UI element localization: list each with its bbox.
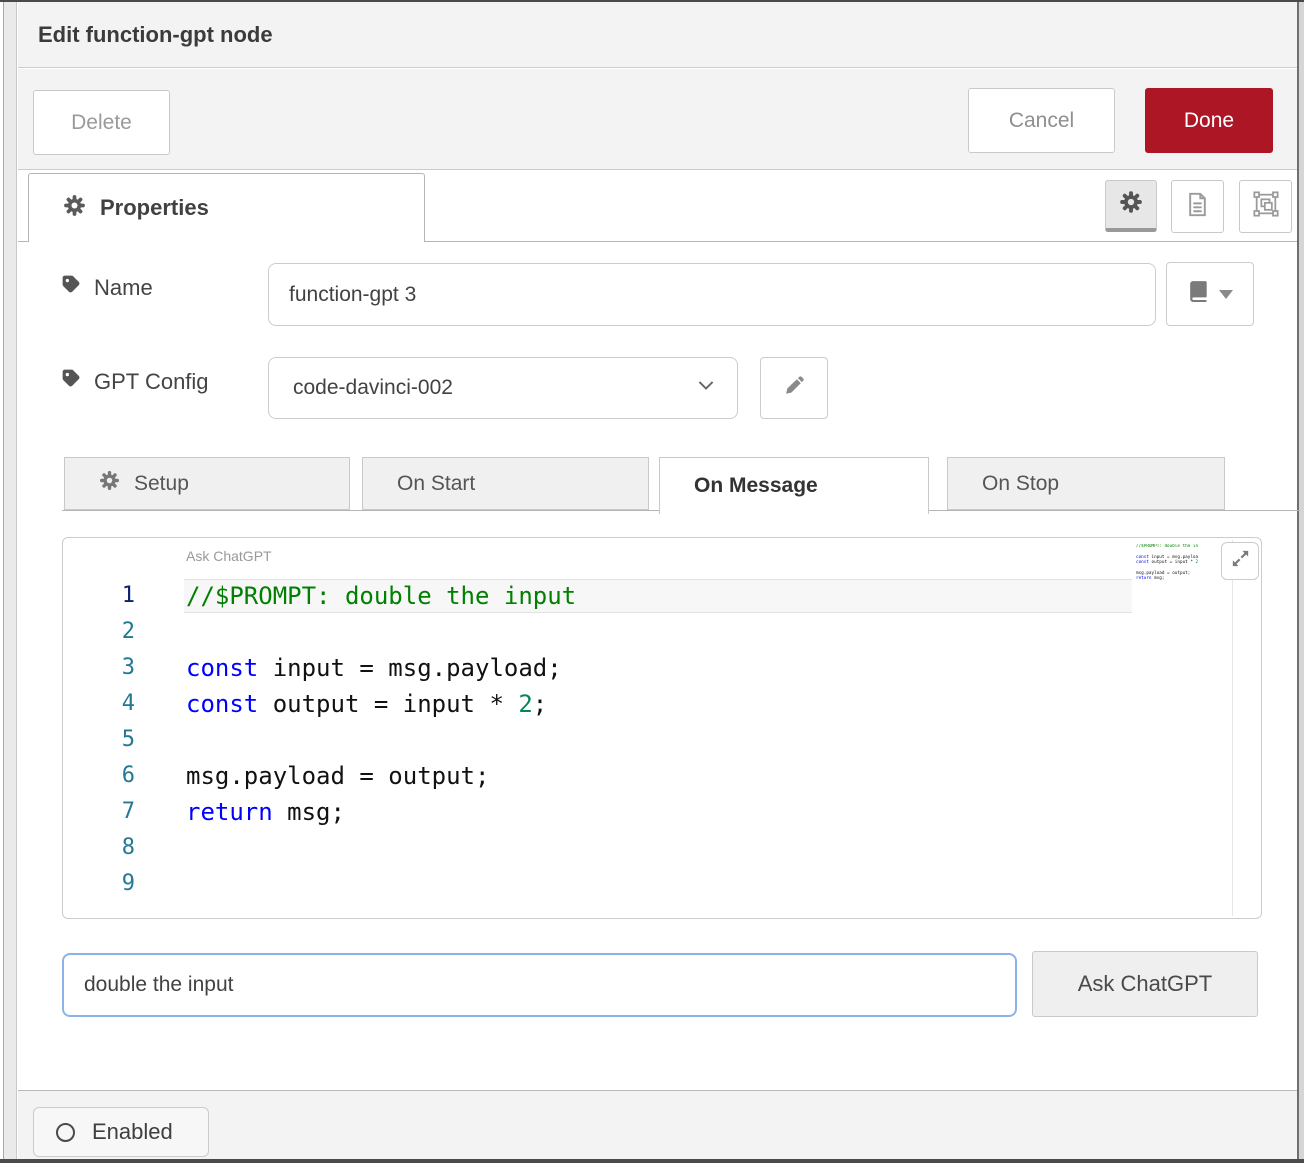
minimap-line: //$PROMPT: double the input: [1136, 544, 1198, 549]
tag-icon: [60, 274, 81, 301]
line-number: 1: [63, 578, 135, 614]
function-editor-tabs: Setup On Start On Message On Stop: [62, 457, 1300, 511]
line-number: 8: [63, 830, 135, 866]
line-number: 5: [63, 722, 135, 758]
ask-chatgpt-button[interactable]: Ask ChatGPT: [1032, 951, 1258, 1017]
code-line[interactable]: 6 msg.payload = output;: [63, 758, 1261, 794]
line-number: 2: [63, 614, 135, 650]
pencil-icon: [784, 375, 805, 401]
code-text: const output = input * 2;: [186, 686, 547, 722]
line-number: 4: [63, 686, 135, 722]
code-line[interactable]: 5: [63, 722, 1261, 758]
chevron-down-icon: [695, 374, 717, 402]
tab-label: On Message: [694, 474, 818, 498]
name-field-label: Name: [60, 274, 153, 301]
done-button[interactable]: Done: [1145, 88, 1273, 153]
minimap-line: const output = input * 2;: [1136, 560, 1198, 565]
group-selection-icon: [1252, 190, 1280, 223]
code-text: const input = msg.payload;: [186, 650, 562, 686]
gear-icon: [63, 194, 86, 222]
line-number: 6: [63, 758, 135, 794]
tab-on-stop[interactable]: On Stop: [947, 457, 1225, 510]
tab-properties[interactable]: Properties: [28, 173, 425, 242]
code-line[interactable]: 8: [63, 830, 1261, 866]
dialog-footer: Enabled: [18, 1090, 1297, 1159]
minimap-line: return msg;: [1136, 576, 1198, 581]
code-editor[interactable]: Ask ChatGPT 1 //$PROMPT: double the input…: [62, 537, 1262, 919]
code-line[interactable]: 9: [63, 866, 1261, 902]
code-line[interactable]: 1 //$PROMPT: double the input: [63, 578, 1261, 614]
name-input[interactable]: [268, 263, 1156, 326]
code-text: //$PROMPT: double the input: [186, 578, 576, 614]
editor-minimap[interactable]: //$PROMPT: double the input const input …: [1136, 544, 1198, 582]
tab-setup[interactable]: Setup: [64, 457, 350, 510]
tab-on-message[interactable]: On Message: [659, 457, 929, 514]
gpt-config-select[interactable]: code-davinci-002: [268, 357, 738, 419]
cancel-button[interactable]: Cancel: [968, 88, 1115, 153]
code-line[interactable]: 2: [63, 614, 1261, 650]
group-selection-button[interactable]: [1239, 180, 1292, 233]
dialog-button-row: Delete Cancel Done: [18, 69, 1297, 170]
gpt-config-field-label: GPT Config: [60, 368, 209, 395]
tab-on-start[interactable]: On Start: [362, 457, 649, 510]
node-enabled-toggle[interactable]: Enabled: [33, 1107, 209, 1157]
line-number: 3: [63, 650, 135, 686]
circle-icon: [56, 1123, 75, 1142]
gear-icon: [99, 470, 120, 497]
code-text: return msg;: [186, 794, 345, 830]
tag-icon: [60, 368, 81, 395]
tab-label: On Stop: [982, 472, 1059, 496]
code-line[interactable]: 7 return msg;: [63, 794, 1261, 830]
edit-node-dialog: Edit function-gpt node Delete Cancel Don…: [0, 0, 1304, 1163]
edit-gpt-config-button[interactable]: [760, 357, 828, 419]
page-title: Edit function-gpt node: [38, 2, 273, 68]
line-number: 9: [63, 866, 135, 902]
tab-label: Setup: [134, 472, 189, 496]
tab-label: On Start: [397, 472, 475, 496]
document-icon: [1184, 191, 1211, 223]
caret-down-icon: [1219, 290, 1233, 299]
dialog-header: Edit function-gpt node: [18, 2, 1297, 68]
name-suggestions-button[interactable]: [1166, 262, 1254, 326]
node-properties-view-button[interactable]: [1105, 180, 1157, 232]
workspace-left-edge: [0, 2, 18, 1159]
expand-icon: [1229, 547, 1252, 575]
prompt-input[interactable]: [62, 953, 1017, 1017]
line-number: 7: [63, 794, 135, 830]
window-bottom-border: [0, 1159, 1304, 1163]
tab-properties-label: Properties: [100, 195, 209, 221]
node-description-view-button[interactable]: [1171, 180, 1224, 233]
code-line[interactable]: 3 const input = msg.payload;: [63, 650, 1261, 686]
properties-tab-strip: Properties: [18, 170, 1297, 242]
dialog-panel: Edit function-gpt node Delete Cancel Don…: [18, 2, 1297, 1159]
code-text: msg.payload = output;: [186, 758, 489, 794]
book-icon: [1187, 280, 1210, 308]
expand-editor-button[interactable]: [1221, 542, 1259, 580]
codelens-ask-chatgpt[interactable]: Ask ChatGPT: [186, 548, 272, 564]
code-line[interactable]: 4 const output = input * 2;: [63, 686, 1261, 722]
workspace-right-edge: [1297, 2, 1304, 1159]
editor-scrollbar-rule: [1232, 540, 1233, 916]
delete-button[interactable]: Delete: [33, 90, 170, 155]
gear-icon: [1119, 190, 1143, 219]
